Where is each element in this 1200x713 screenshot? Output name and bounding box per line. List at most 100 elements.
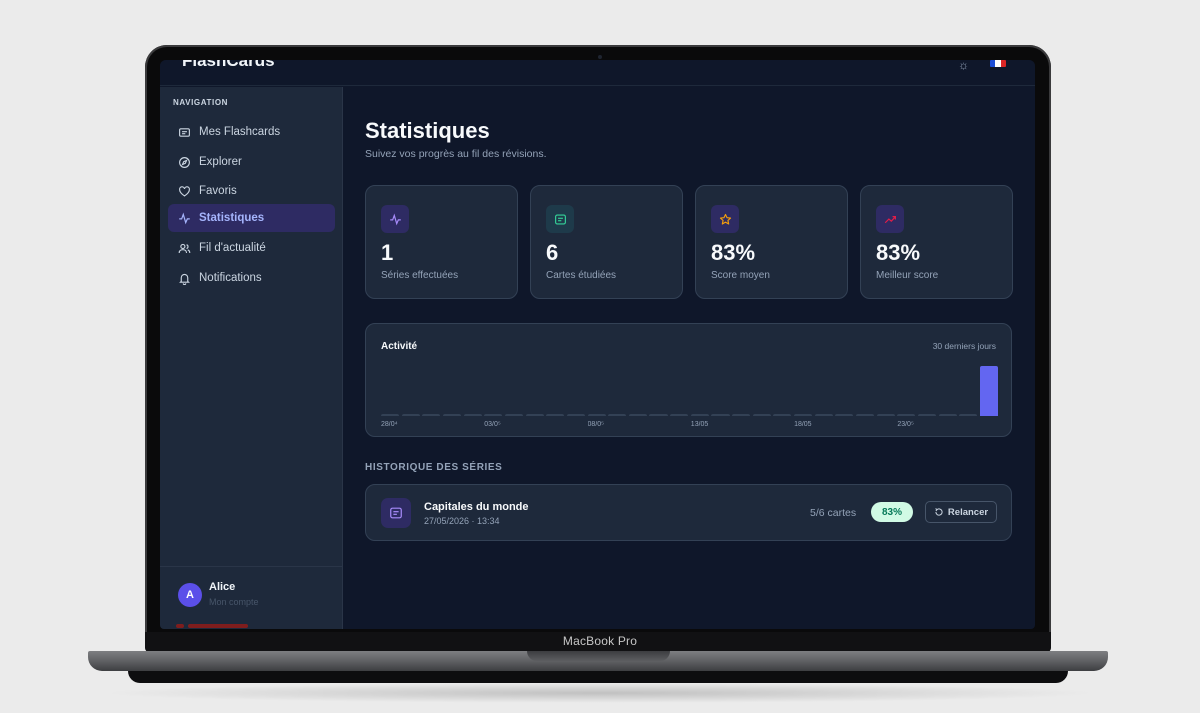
logout-link-cropped[interactable] (176, 624, 256, 628)
history-row[interactable]: Capitales du monde 27/05/2026 · 13:34 5/… (365, 484, 1012, 541)
activity-icon (389, 213, 401, 225)
sidebar-divider (160, 566, 342, 567)
chart-bar (856, 414, 875, 416)
nav-heading: NAVIGATION (173, 98, 229, 107)
stat-value: 6 (546, 240, 559, 265)
x-tick-label: 18/05 (794, 421, 812, 428)
stat-label: Cartes étudiées (546, 270, 617, 281)
stat-icon-box (381, 205, 409, 233)
chart-bar (587, 414, 606, 416)
users-icon (178, 243, 191, 253)
chart-bar (401, 414, 420, 416)
sidebar-item-favoris[interactable]: Favoris (168, 177, 335, 205)
chart-bar (484, 414, 503, 416)
chart-title: Activité (381, 341, 418, 352)
card-icon (179, 127, 190, 137)
sidebar-item-label: Mes Flashcards (199, 126, 281, 138)
chart-bar (959, 414, 978, 416)
series-name: Capitales du monde (424, 501, 529, 513)
screen: FlashCards ☼ NAVIGATION Mes Flashcards E… (160, 60, 1035, 629)
chart-bar (608, 414, 627, 416)
user-name[interactable]: Alice (209, 581, 235, 593)
chart-bar (690, 414, 709, 416)
sun-icon[interactable]: ☼ (958, 60, 969, 72)
sidebar-item-label: Statistiques (199, 212, 265, 224)
series-date: 27/05/2026 · 13:34 (424, 516, 500, 526)
relaunch-button[interactable]: Relancer (925, 501, 997, 523)
stat-card-cards: 6 Cartes étudiées (530, 185, 683, 299)
x-tick-label: 23/0⁵ (897, 421, 914, 428)
chart-bar (628, 414, 647, 416)
x-tick-label: 08/0⁵ (587, 421, 605, 428)
sidebar-item-fil-actualite[interactable]: Fil d'actualité (168, 234, 335, 262)
bell-icon (179, 273, 190, 285)
stat-card-series: 1 Séries effectuées (365, 185, 518, 299)
laptop-shadow (100, 683, 1100, 703)
chart-bar (835, 414, 854, 416)
page-subtitle: Suivez vos progrès au fil des révisions. (365, 148, 547, 160)
rotate-icon (935, 508, 943, 516)
chart-bar (442, 414, 461, 416)
card-icon (390, 507, 402, 519)
laptop-foot (128, 671, 1068, 683)
chart-bar (649, 414, 668, 416)
x-tick-label: 28/0⁴ (381, 421, 398, 428)
chart-range: 30 derniers jours (932, 341, 996, 351)
sidebar-item-notifications[interactable]: Notifications (168, 264, 335, 292)
logout-label-cropped (188, 624, 248, 628)
sidebar-item-label: Notifications (199, 272, 262, 284)
chart-bars (381, 364, 998, 416)
device-label: MacBook Pro (562, 634, 638, 648)
sidebar-item-label: Explorer (199, 156, 242, 168)
chart-bar (876, 414, 895, 416)
chart-bar (897, 414, 916, 416)
heart-icon (179, 185, 190, 197)
chart-bar (381, 414, 400, 416)
stat-icon-box (876, 205, 904, 233)
sidebar-item-explorer[interactable]: Explorer (168, 148, 335, 176)
chart-bar (711, 414, 730, 416)
laptop-notch (527, 651, 670, 661)
brand-logo[interactable]: FlashCards (182, 60, 275, 71)
avatar[interactable]: A (178, 583, 202, 607)
stat-value: 83% (876, 240, 921, 265)
camera (598, 55, 602, 59)
chart-bar (732, 414, 751, 416)
chart-bar (546, 414, 565, 416)
chart-bar (814, 414, 833, 416)
stat-icon-box (546, 205, 574, 233)
relaunch-label: Relancer (947, 506, 989, 518)
score-badge: 83% (871, 502, 913, 522)
stat-label: Meilleur score (876, 270, 939, 281)
trending-up-icon (884, 215, 896, 223)
activity-icon (179, 212, 190, 224)
user-subtitle[interactable]: Mon compte (209, 597, 259, 607)
chart-bar (463, 414, 482, 416)
stat-icon-box (711, 205, 739, 233)
flag-stripe (1000, 60, 1006, 67)
history-heading: HISTORIQUE DES SÉRIES (365, 462, 503, 473)
chart-bar (566, 414, 585, 416)
flag-icon[interactable] (990, 60, 1006, 67)
sidebar: NAVIGATION Mes Flashcards Explorer Favor… (160, 87, 343, 629)
activity-chart: Activité 30 derniers jours 28/0⁴ 03/0⁵ 08/… (365, 323, 1012, 437)
stat-label: Séries effectuées (381, 270, 459, 281)
star-icon (719, 213, 731, 225)
chart-bar (773, 414, 792, 416)
chart-bar (525, 414, 544, 416)
stat-card-average: 83% Score moyen (695, 185, 848, 299)
chart-bar (979, 366, 998, 416)
compass-icon (179, 156, 190, 168)
x-tick-label: 13/05 (690, 421, 709, 428)
stat-label: Score moyen (711, 270, 770, 281)
chart-bar (670, 414, 689, 416)
series-icon-box (381, 498, 411, 528)
chart-bar (752, 414, 771, 416)
sidebar-item-mes-flashcards[interactable]: Mes Flashcards (168, 118, 335, 146)
top-bar: FlashCards ☼ (160, 60, 1035, 86)
stat-card-best: 83% Meilleur score (860, 185, 1013, 299)
chart-bar (422, 414, 441, 416)
sidebar-item-label: Favoris (199, 185, 237, 197)
sidebar-item-statistiques[interactable]: Statistiques (168, 204, 335, 232)
stat-value: 1 (381, 240, 394, 265)
